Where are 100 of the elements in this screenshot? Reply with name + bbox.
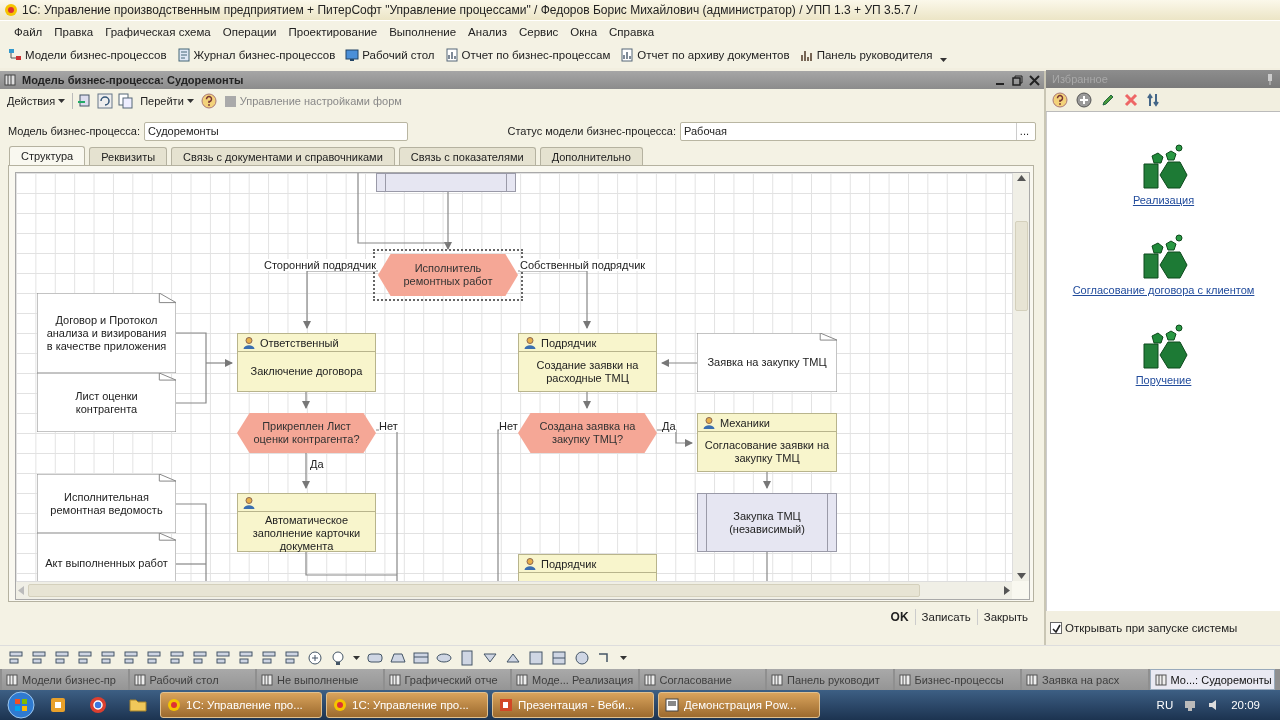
menu-item[interactable]: Анализ — [463, 23, 512, 40]
text-field[interactable]: Рабочая ... — [680, 121, 1036, 141]
restore-icon[interactable] — [1012, 74, 1023, 86]
align-icon[interactable] — [192, 649, 208, 666]
decision-shape[interactable]: Создана заявка на закупку ТМЦ? — [518, 413, 657, 453]
task-block[interactable]: Подрядчик — [518, 554, 657, 581]
align-icon[interactable] — [215, 649, 231, 666]
window-tab[interactable]: Графический отче — [384, 669, 510, 690]
copy-icon[interactable] — [117, 93, 134, 109]
task-block[interactable]: Механики Согласование заявки на закупку ТМЦ — [697, 413, 837, 472]
dialog-button[interactable]: OK — [884, 608, 915, 626]
sort-icon[interactable] — [1146, 92, 1160, 107]
favorite-link[interactable]: Согласование договора с клиентом — [1072, 284, 1255, 296]
vertical-scrollbar[interactable] — [1012, 173, 1029, 581]
horizontal-scrollbar[interactable] — [16, 581, 1012, 599]
favorite-link[interactable]: Реализация — [1132, 194, 1195, 206]
diagram-canvas[interactable] — [16, 173, 1012, 581]
align-icon[interactable] — [31, 649, 47, 666]
folder-icon[interactable] — [129, 696, 147, 714]
tab[interactable]: Дополнительно — [539, 147, 643, 165]
start-icon[interactable] — [6, 690, 36, 720]
menu-item[interactable]: Правка — [49, 23, 99, 40]
scrollbar-thumb[interactable] — [28, 584, 920, 597]
align-icon[interactable] — [8, 649, 24, 666]
toolbar-button[interactable]: Модели бизнес-процессов — [6, 46, 169, 64]
decision-shape[interactable]: Прикреплен Лист оценки контрагента? — [237, 413, 376, 453]
language-indicator[interactable]: RU — [1156, 699, 1174, 711]
scrollbar-thumb[interactable] — [1014, 221, 1028, 311]
window-tab[interactable]: Рабочий стол — [129, 669, 255, 690]
menu-item[interactable]: Окна — [565, 23, 603, 40]
toolbar-button[interactable]: Рабочий стол — [343, 46, 437, 64]
tab[interactable]: Реквизиты — [89, 147, 168, 165]
menu-item[interactable]: Справка — [604, 23, 660, 40]
document-note[interactable]: Акт выполненных работ — [37, 533, 176, 581]
document-note[interactable]: Исполнительная ремонтная ведомость — [37, 474, 176, 533]
browser-icon[interactable] — [89, 696, 107, 714]
subprocess-block[interactable]: Закупка ТМЦ (независимый) — [697, 493, 837, 552]
align-icon[interactable] — [146, 649, 162, 666]
pin-icon[interactable] — [1266, 73, 1274, 85]
task-block[interactable]: Автоматическое заполнение карточки документа — [237, 493, 376, 552]
toolbar-button[interactable]: Отчет по бизнес-процессам — [442, 46, 613, 64]
refresh-icon[interactable] — [97, 93, 114, 109]
menu-button[interactable]: Перейти — [137, 93, 197, 109]
media-icon[interactable] — [49, 696, 67, 714]
align-icon[interactable] — [100, 649, 116, 666]
align-icon[interactable] — [77, 649, 93, 666]
delete-icon[interactable] — [1124, 92, 1138, 107]
add-icon[interactable] — [1076, 91, 1092, 108]
scroll-down-icon[interactable] — [1016, 573, 1026, 579]
bulb-icon[interactable] — [330, 649, 346, 666]
toolbar-button[interactable]: Панель руководителя — [797, 46, 935, 64]
align-icon[interactable] — [238, 649, 254, 666]
window-tab[interactable]: Согласование — [639, 669, 765, 690]
document-note[interactable]: Лист оценки контрагента — [37, 373, 176, 432]
window-tab[interactable]: Панель руководит — [767, 669, 893, 690]
align-icon[interactable] — [284, 649, 300, 666]
subprocess-block[interactable] — [376, 173, 516, 192]
network-icon[interactable] — [1183, 698, 1198, 712]
tab[interactable]: Связь с документами и справочниками — [171, 147, 395, 165]
shape-icon[interactable] — [413, 649, 429, 666]
window-tab[interactable]: Бизнес-процессы — [894, 669, 1020, 690]
toolbar-button[interactable]: Отчет по архиву документов — [618, 46, 792, 64]
help-icon[interactable] — [1052, 91, 1068, 108]
scroll-right-icon[interactable] — [1004, 586, 1010, 595]
align-icon[interactable] — [261, 649, 277, 666]
shape-icon[interactable] — [551, 649, 567, 666]
menu-item[interactable]: Выполнение — [384, 23, 462, 40]
zoom-icon[interactable] — [307, 649, 323, 666]
window-tab[interactable]: Не выполненые — [257, 669, 383, 690]
text-field[interactable]: Судоремонты — [144, 121, 409, 141]
align-icon[interactable] — [123, 649, 139, 666]
scroll-up-icon[interactable] — [1016, 175, 1026, 181]
align-icon[interactable] — [54, 649, 70, 666]
clock[interactable]: 20:09 — [1231, 699, 1260, 711]
checkbox[interactable] — [1050, 622, 1062, 634]
task-block[interactable]: Подрядчик Создание заявки на расходные ТМЦ — [518, 333, 657, 392]
tab[interactable]: Структура — [9, 146, 86, 165]
dialog-button[interactable]: Закрыть — [976, 609, 1034, 625]
shape-icon[interactable] — [574, 649, 590, 666]
window-tab[interactable]: Мо...: Судоремонты — [1149, 669, 1275, 690]
menu-item[interactable]: Сервис — [513, 23, 564, 40]
dialog-button[interactable]: Записать — [914, 609, 977, 625]
window-tab[interactable]: Модели бизнес-пр — [2, 669, 128, 690]
menu-item[interactable]: Файл — [9, 23, 48, 40]
menu-item[interactable]: Графическая схема — [100, 23, 216, 40]
document-note[interactable]: Договор и Протокол анализа и визирования в качестве приложения — [37, 293, 176, 373]
help-icon[interactable] — [200, 93, 217, 109]
favorite-link[interactable]: Поручение — [1135, 374, 1192, 386]
menu-button[interactable]: Действия — [4, 93, 69, 109]
menu-item[interactable]: Операции — [217, 23, 282, 40]
task-block[interactable]: Ответственный Заключение договора — [237, 333, 376, 392]
align-icon[interactable] — [169, 649, 185, 666]
menu-item[interactable]: Проектирование — [283, 23, 383, 40]
document-note[interactable]: Заявка на закупку ТМЦ — [697, 333, 837, 392]
select-button[interactable]: ... — [1015, 122, 1032, 140]
close-icon[interactable] — [1029, 74, 1040, 86]
toolbar-button[interactable]: Журнал бизнес-процессов — [174, 46, 338, 64]
window-tab[interactable]: Заявка на расх — [1022, 669, 1148, 690]
tab[interactable]: Связь с показателями — [398, 147, 536, 165]
window-tab[interactable]: Моде... Реализация — [512, 669, 638, 690]
